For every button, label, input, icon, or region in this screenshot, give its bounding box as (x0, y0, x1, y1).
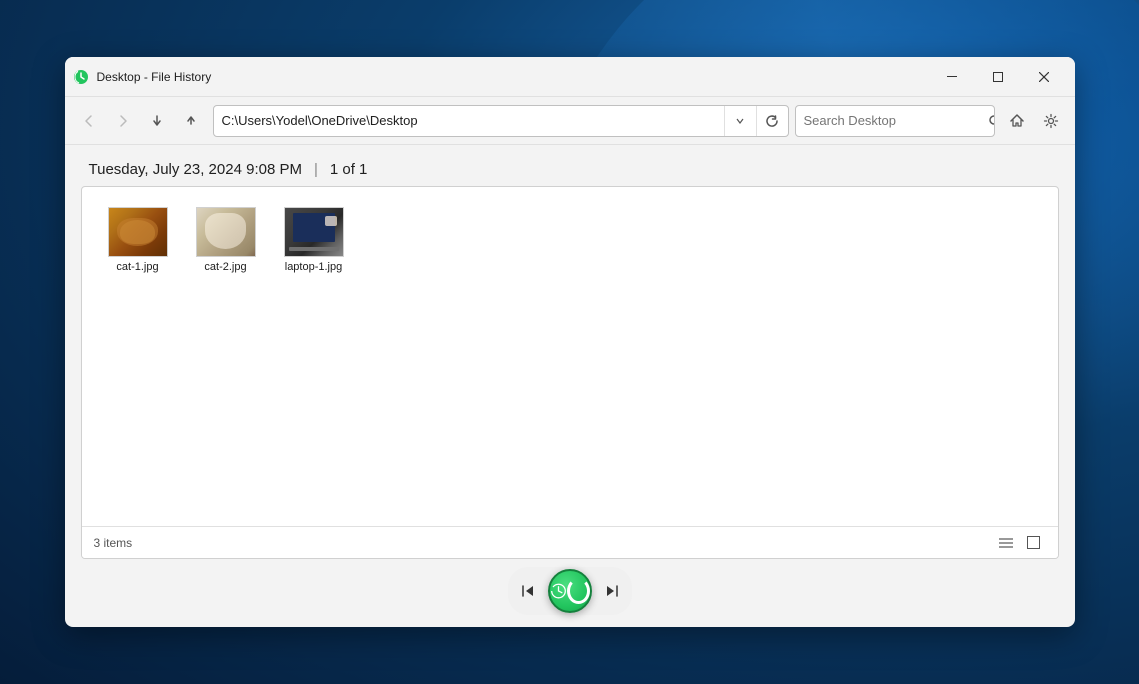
content-area: Tuesday, July 23, 2024 9:08 PM | 1 of 1 … (65, 145, 1075, 627)
gear-icon (1043, 113, 1059, 129)
address-input[interactable] (214, 106, 724, 136)
file-thumbnail-cat2 (196, 207, 256, 257)
restore-version-button[interactable] (548, 569, 592, 613)
nav-control-group (508, 567, 632, 615)
search-container (795, 105, 995, 137)
grid-view-button[interactable] (1022, 531, 1046, 555)
recent-locations-icon (152, 114, 162, 128)
up-button[interactable] (175, 105, 207, 137)
date-text: Tuesday, July 23, 2024 9:08 PM (89, 161, 302, 178)
file-area: cat-1.jpg cat-2.jpg (81, 186, 1059, 559)
search-button[interactable] (988, 105, 995, 137)
status-bar: 3 items (82, 526, 1058, 558)
restore-icon (550, 581, 567, 601)
title-bar-text: Desktop - File History (97, 70, 929, 84)
toolbar-right (1001, 105, 1067, 137)
list-item[interactable]: cat-1.jpg (98, 203, 178, 278)
minimize-button[interactable] (929, 61, 975, 93)
app-icon (73, 69, 89, 85)
grid-view-icon (1027, 536, 1040, 549)
file-name-cat1: cat-1.jpg (116, 261, 158, 274)
file-thumbnail-cat1 (108, 207, 168, 257)
list-item[interactable]: laptop-1.jpg (274, 203, 354, 278)
date-header: Tuesday, July 23, 2024 9:08 PM | 1 of 1 (65, 145, 1075, 186)
search-input[interactable] (796, 113, 988, 128)
settings-button[interactable] (1035, 105, 1067, 137)
items-count: 3 items (94, 536, 133, 550)
file-name-laptop: laptop-1.jpg (285, 261, 343, 274)
skip-forward-icon (605, 584, 619, 598)
list-view-button[interactable] (994, 531, 1018, 555)
search-icon (988, 114, 995, 128)
file-history-icon (73, 69, 89, 85)
chevron-down-icon (736, 117, 744, 125)
version-text: 1 of 1 (330, 161, 368, 178)
title-bar-controls (929, 61, 1067, 93)
list-item[interactable]: cat-2.jpg (186, 203, 266, 278)
recent-locations-button[interactable] (141, 105, 173, 137)
forward-button[interactable] (107, 105, 139, 137)
home-icon (1009, 113, 1025, 129)
up-icon (184, 114, 198, 128)
back-icon (82, 114, 96, 128)
back-button[interactable] (73, 105, 105, 137)
address-bar[interactable] (213, 105, 789, 137)
view-controls (994, 531, 1046, 555)
file-thumbnail-laptop (284, 207, 344, 257)
refresh-button[interactable] (756, 105, 788, 137)
file-name-cat2: cat-2.jpg (204, 261, 246, 274)
refresh-icon (765, 114, 779, 128)
home-button[interactable] (1001, 105, 1033, 137)
first-version-button[interactable] (510, 573, 546, 609)
close-button[interactable] (1021, 61, 1067, 93)
bottom-nav (65, 559, 1075, 627)
forward-icon (116, 114, 130, 128)
restore-button[interactable] (975, 61, 1021, 93)
title-bar: Desktop - File History (65, 57, 1075, 97)
file-grid: cat-1.jpg cat-2.jpg (82, 187, 1058, 526)
address-bar-dropdown[interactable] (724, 105, 756, 137)
file-history-window: Desktop - File History (65, 57, 1075, 627)
last-version-button[interactable] (594, 573, 630, 609)
skip-back-icon (521, 584, 535, 598)
separator: | (314, 161, 318, 178)
toolbar (65, 97, 1075, 145)
list-view-icon (999, 537, 1013, 549)
